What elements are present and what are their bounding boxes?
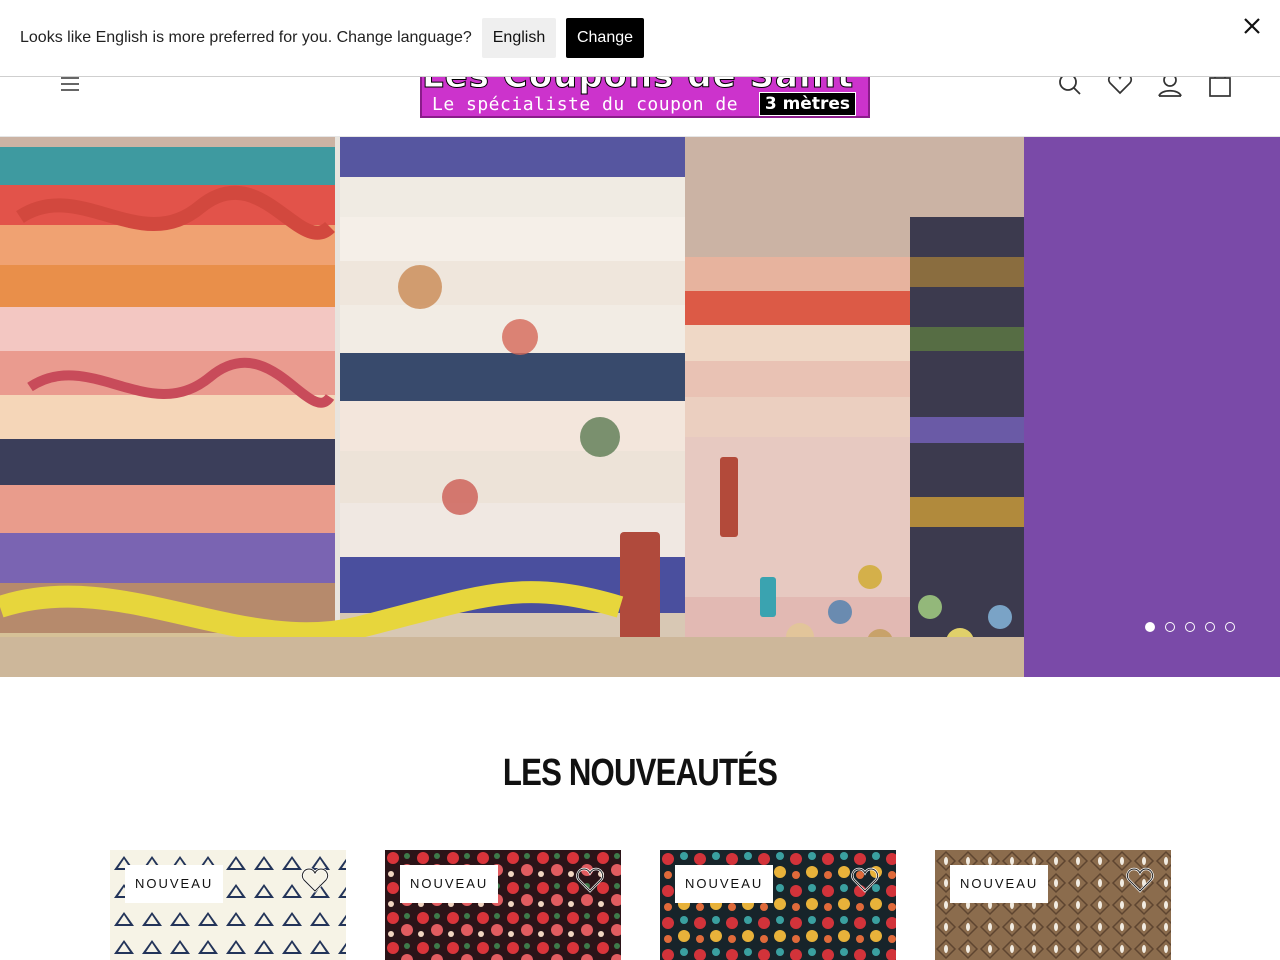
heart-icon[interactable] bbox=[1125, 866, 1155, 894]
fabric-stack-illustration bbox=[0, 137, 1024, 677]
section-title: LES NOUVEAUTÉS bbox=[502, 752, 778, 794]
heart-icon[interactable] bbox=[575, 866, 605, 894]
hero-slider bbox=[0, 137, 1280, 677]
hero-fabric-image[interactable] bbox=[0, 137, 1024, 677]
slider-dot-3[interactable] bbox=[1185, 622, 1195, 632]
logo-badge: 3 mètres bbox=[758, 92, 856, 116]
language-suggestion-bar: Looks like English is more preferred for… bbox=[0, 0, 1280, 77]
language-select[interactable]: English bbox=[482, 18, 556, 58]
new-badge: NOUVEAU bbox=[125, 865, 224, 903]
new-badge: NOUVEAU bbox=[400, 865, 499, 903]
new-badge: NOUVEAU bbox=[675, 865, 774, 903]
heart-icon[interactable] bbox=[300, 866, 330, 894]
product-card[interactable]: NOUVEAU bbox=[660, 850, 896, 960]
change-language-button[interactable]: Change bbox=[566, 18, 644, 58]
slider-dot-2[interactable] bbox=[1165, 622, 1175, 632]
slider-dot-1[interactable] bbox=[1145, 622, 1155, 632]
product-card[interactable]: NOUVEAU bbox=[385, 850, 621, 960]
close-icon[interactable] bbox=[1240, 14, 1264, 38]
product-card[interactable]: NOUVEAU bbox=[110, 850, 346, 960]
new-badge: NOUVEAU bbox=[950, 865, 1049, 903]
product-card[interactable]: NOUVEAU bbox=[935, 850, 1171, 960]
slider-dot-5[interactable] bbox=[1225, 622, 1235, 632]
heart-icon[interactable] bbox=[850, 866, 880, 894]
logo-subtitle: Le spécialiste du coupon de bbox=[432, 94, 739, 115]
slider-dot-4[interactable] bbox=[1205, 622, 1215, 632]
language-message: Looks like English is more preferred for… bbox=[20, 29, 472, 46]
